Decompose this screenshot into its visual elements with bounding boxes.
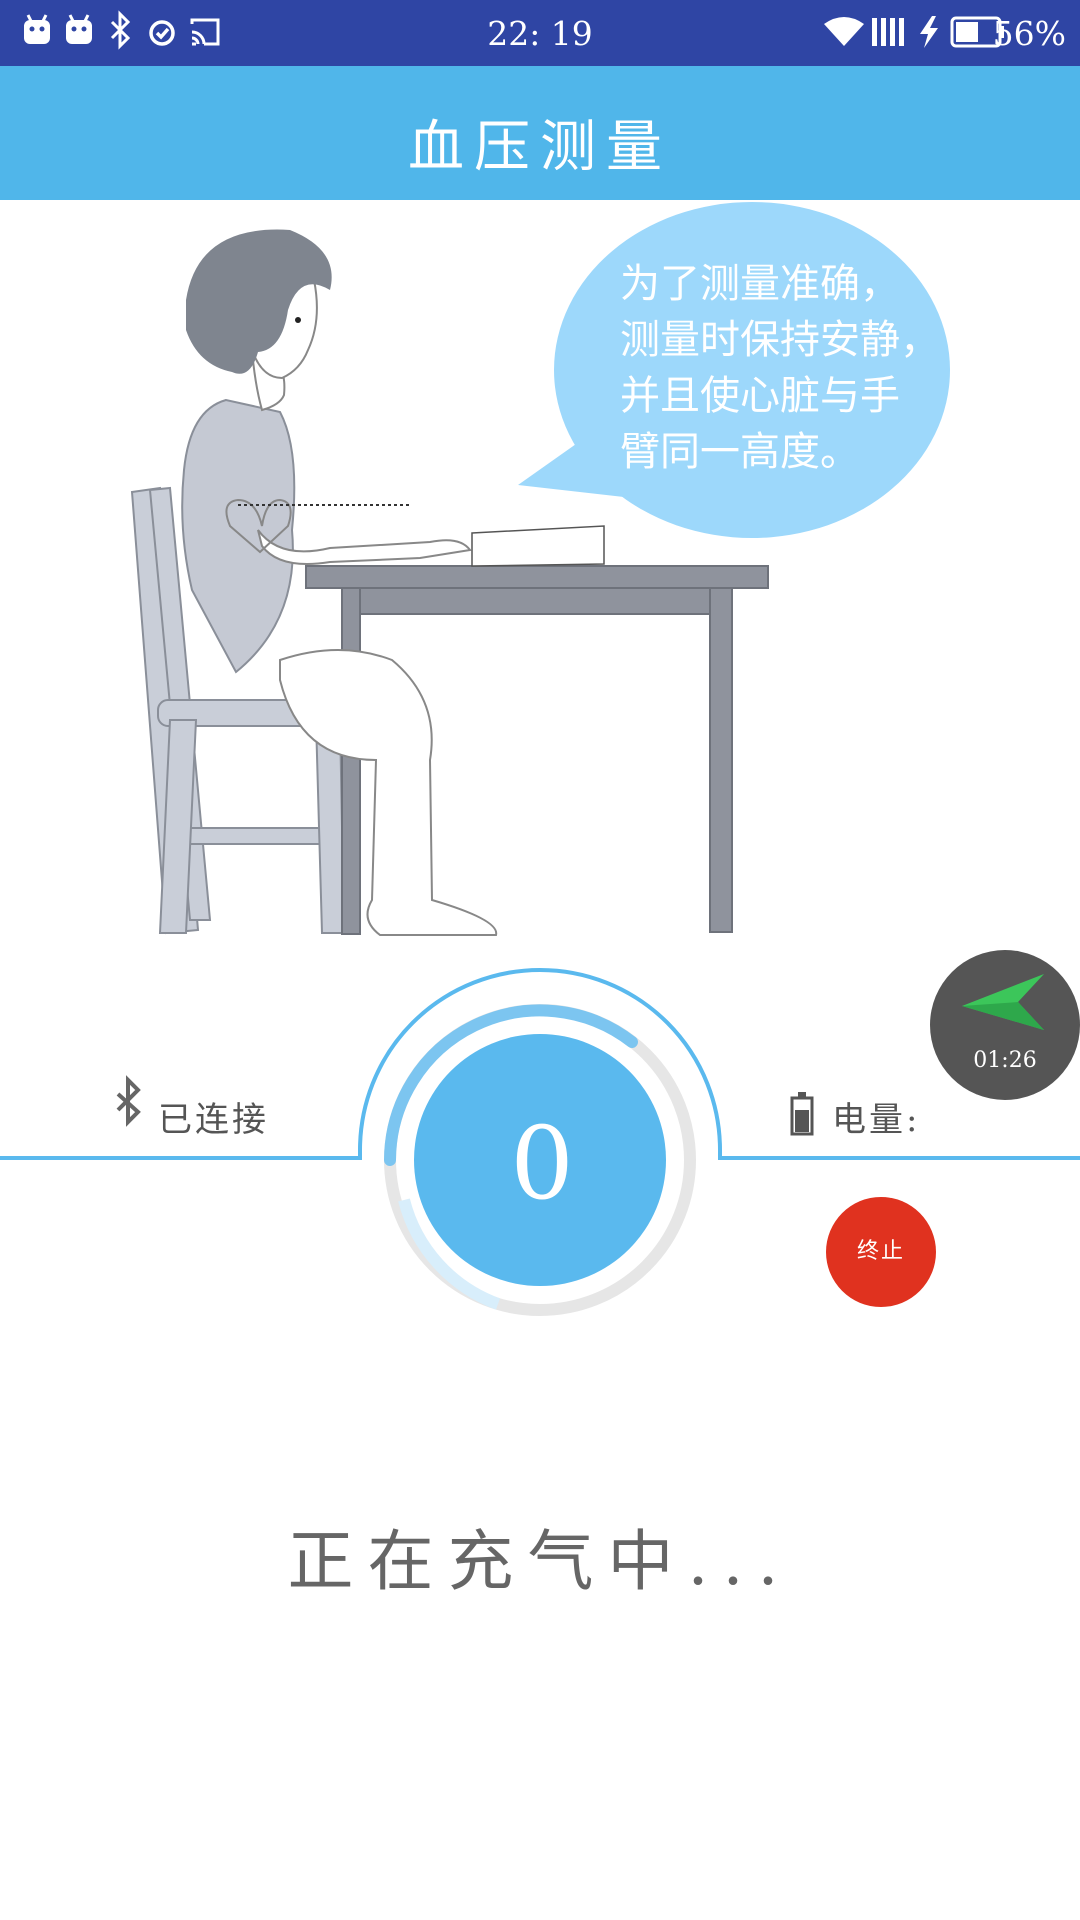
bubble-line: 并且使心脏与手 [620,373,900,419]
app-header: 血压测量 [0,66,1080,200]
bluetooth-icon [116,1075,141,1127]
bubble-text: 为了测量准确， 测量时保持安静， 并且使心脏与手 臂同一高度。 [620,256,950,480]
page-title: 血压测量 [408,115,672,180]
battery-level-label: 电量: [832,1100,921,1140]
bp-monitor [471,525,605,567]
paper-plane-icon [962,974,1044,1030]
bubble-line: 为了测量准确， [620,261,900,307]
battery-percent: 56% [992,14,1066,53]
measurement-status: 正在充气中... [287,1523,793,1600]
bubble-line: 测量时保持安静， [620,317,940,363]
timer-button[interactable] [930,950,1080,1100]
bubble-line: 臂同一高度。 [620,429,860,475]
pressure-value: 0 [510,1105,574,1222]
clock: 22: 19 [487,14,593,53]
battery-icon [790,1092,814,1136]
stop-button[interactable]: 终止 [826,1197,936,1307]
timer-value: 01:26 [973,1048,1037,1073]
connection-status: 已连接 [158,1100,269,1140]
status-bar: 22: 19 56% [0,0,1080,66]
